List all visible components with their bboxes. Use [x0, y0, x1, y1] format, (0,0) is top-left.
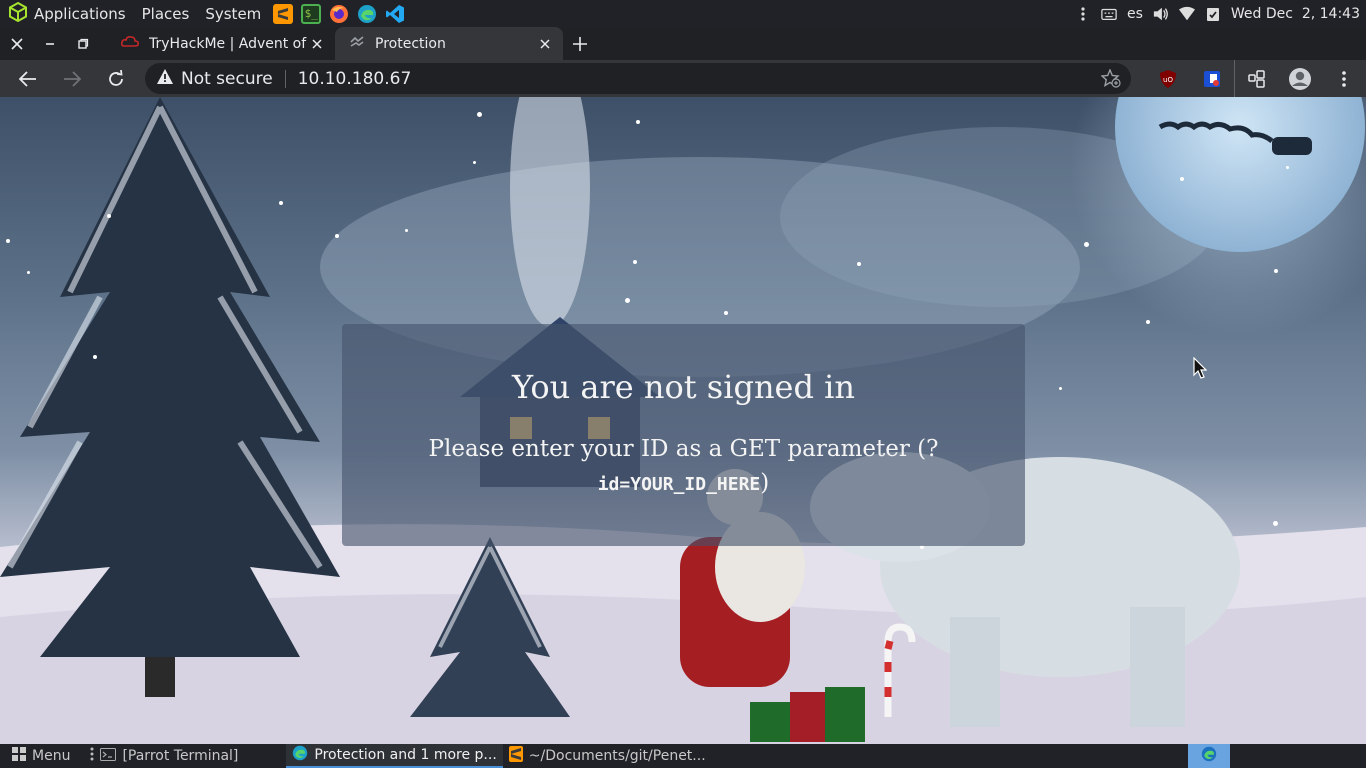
extensions-puzzle-icon[interactable]	[1234, 60, 1278, 97]
address-bar[interactable]: Not secure 10.10.180.67	[145, 63, 1131, 94]
applications-menu-label: Applications	[34, 4, 126, 23]
omnibox-divider	[284, 69, 286, 88]
snowflake	[1273, 521, 1278, 526]
browser-menu-icon[interactable]	[1322, 60, 1366, 97]
snowflake	[335, 234, 339, 238]
tab-close-icon[interactable]	[309, 36, 325, 52]
places-menu-label: Places	[141, 4, 190, 23]
drag-handle-icon	[1075, 6, 1091, 22]
security-label: Not secure	[181, 68, 273, 89]
sublime-icon	[508, 746, 523, 766]
reload-button[interactable]	[94, 60, 138, 97]
instruction-text: Please enter your ID as a GET parameter …	[342, 432, 1025, 502]
id-parameter-code: id=YOUR_ID_HERE	[597, 474, 761, 495]
snowflake	[1084, 242, 1089, 247]
parrot-logo-icon	[8, 1, 28, 26]
volume-icon[interactable]	[1153, 6, 1169, 22]
window-minimize-button[interactable]	[33, 27, 66, 60]
drag-handle-icon	[90, 747, 94, 765]
snowflake	[1059, 387, 1062, 390]
snowflake	[107, 214, 111, 218]
warning-triangle-icon	[157, 68, 173, 89]
snowflake	[1146, 320, 1150, 324]
tab-tryhackme[interactable]: TryHackMe | Advent of Cy	[107, 27, 335, 60]
snowflake	[1180, 177, 1184, 181]
snowflake	[6, 239, 10, 243]
window-close-button[interactable]	[0, 27, 33, 60]
security-indicator[interactable]: Not secure	[157, 68, 273, 89]
system-menu[interactable]: System	[197, 0, 269, 27]
tab-protection[interactable]: Protection	[335, 27, 563, 60]
vscode-launcher-icon[interactable]	[385, 4, 405, 24]
sublime-launcher-icon[interactable]	[273, 3, 294, 24]
edge-launcher-icon[interactable]	[357, 4, 377, 24]
workspace-indicator[interactable]	[1188, 744, 1230, 768]
tab-title: TryHackMe | Advent of Cy	[149, 35, 309, 52]
keyboard-layout-indicator[interactable]: es	[1127, 6, 1143, 22]
taskbar-item-label: Protection and 1 more p...	[314, 747, 497, 763]
snowflake	[405, 229, 408, 232]
taskbar-item-label: ~/Documents/git/Penet...	[528, 748, 706, 764]
grid-icon	[12, 747, 26, 765]
snowflake	[93, 355, 97, 359]
forward-button[interactable]	[50, 60, 94, 97]
terminal-launcher-icon[interactable]: $_	[301, 3, 322, 24]
system-top-panel: Applications Places System $_ es Wed Dec	[0, 0, 1366, 27]
page-heading: You are not signed in	[512, 368, 855, 406]
snowflake	[724, 311, 728, 315]
bookmark-star-icon[interactable]	[1100, 68, 1121, 93]
keyboard-icon[interactable]	[1101, 6, 1117, 22]
taskbar-item-label: [Parrot Terminal]	[122, 748, 239, 764]
terminal-icon	[100, 747, 117, 765]
tab-title: Protection	[375, 35, 446, 52]
url-text[interactable]: 10.10.180.67	[298, 69, 412, 89]
places-menu[interactable]: Places	[134, 0, 198, 27]
snowflake	[279, 201, 283, 205]
snowflake	[1274, 269, 1278, 273]
window-restore-button[interactable]	[66, 27, 99, 60]
tab-close-icon[interactable]	[537, 36, 553, 52]
system-menu-label: System	[205, 4, 262, 23]
taskbar-item-sublime[interactable]: ~/Documents/git/Penet...	[503, 744, 712, 768]
instruction-suffix: )	[760, 470, 770, 496]
snowflake	[636, 120, 640, 124]
protection-favicon-icon	[349, 35, 365, 52]
snowflake	[1286, 166, 1289, 169]
clipboard-check-icon[interactable]	[1205, 6, 1221, 22]
page-viewport: You are not signed in Please enter your …	[0, 97, 1366, 744]
wifi-icon[interactable]	[1178, 6, 1195, 22]
instruction-prefix: Please enter your ID as a GET parameter …	[428, 436, 939, 462]
new-tab-button[interactable]	[563, 27, 596, 60]
svg-text:uO: uO	[1163, 76, 1173, 84]
firefox-launcher-icon[interactable]	[329, 4, 349, 24]
mouse-cursor-icon	[1193, 356, 1208, 383]
edge-icon	[292, 745, 308, 765]
bottom-taskbar: Menu [Parrot Terminal] Protection and 1 …	[0, 744, 1366, 768]
sign-in-message-panel: You are not signed in Please enter your …	[342, 324, 1025, 546]
menu-button[interactable]: Menu	[0, 744, 76, 768]
browser-tab-strip: TryHackMe | Advent of Cy Protection	[0, 27, 1366, 60]
snowflake	[857, 262, 861, 266]
clock[interactable]: Wed Dec 2, 14:43	[1231, 6, 1360, 22]
snowflake	[27, 271, 30, 274]
snowflake	[633, 260, 637, 264]
back-button[interactable]	[6, 60, 50, 97]
taskbar-item-browser[interactable]: Protection and 1 more p...	[286, 744, 503, 768]
browser-toolbar: Not secure 10.10.180.67 uO	[0, 60, 1366, 97]
taskbar-item-terminal[interactable]: [Parrot Terminal]	[84, 744, 244, 768]
snowflake	[473, 161, 476, 164]
menu-label: Menu	[32, 748, 71, 764]
snowflake	[477, 112, 482, 117]
snowflake	[625, 298, 630, 303]
ublock-extension-icon[interactable]: uO	[1146, 60, 1190, 97]
edge-icon	[1201, 746, 1217, 766]
profile-avatar-icon[interactable]	[1278, 60, 1322, 97]
applications-menu[interactable]: Applications	[0, 0, 134, 27]
tryhackme-favicon-icon	[120, 35, 139, 53]
privacy-badger-extension-icon[interactable]	[1190, 60, 1234, 97]
